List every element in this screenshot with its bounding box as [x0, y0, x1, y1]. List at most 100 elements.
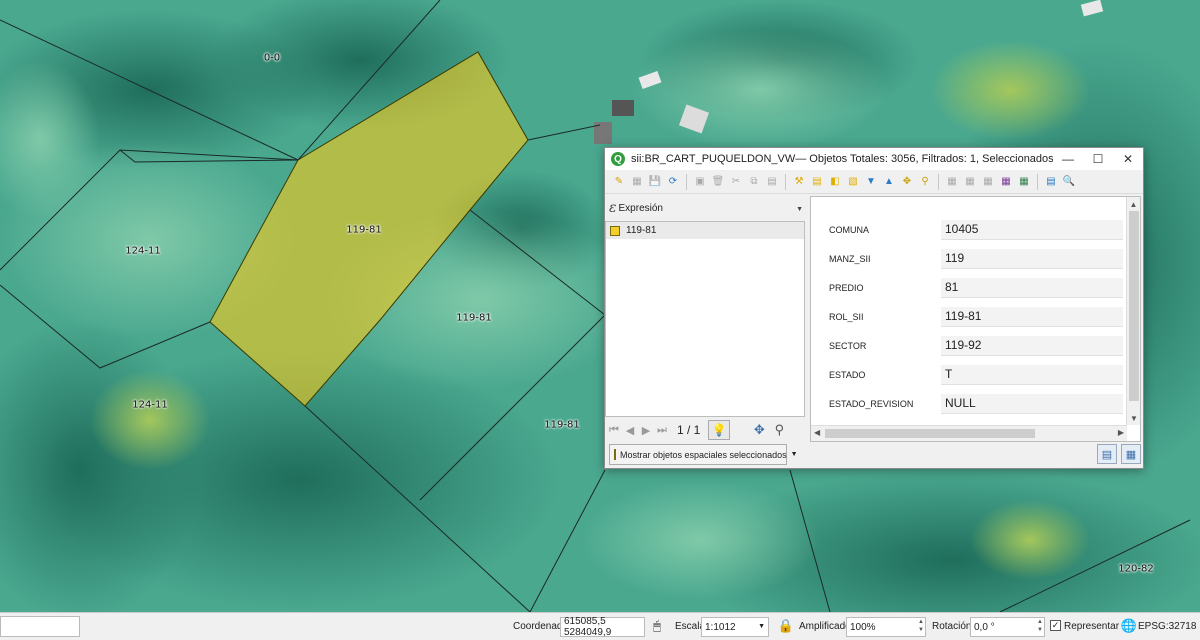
- attribute-value-field[interactable]: 10405: [941, 219, 1123, 240]
- crs-label[interactable]: EPSG:32718: [1138, 621, 1196, 632]
- locator-search-input[interactable]: [0, 616, 80, 637]
- new-field-icon[interactable]: ▦: [944, 174, 960, 190]
- magnifier-field[interactable]: 100% ▲ ▼: [846, 617, 926, 637]
- pan-to-selection-icon[interactable]: ✥: [899, 174, 915, 190]
- magnifier-value: 100%: [850, 621, 876, 633]
- scroll-right-icon[interactable]: ▶: [1118, 428, 1124, 437]
- scroll-left-icon[interactable]: ◀: [814, 428, 820, 437]
- actions-icon[interactable]: 🔍: [1061, 174, 1077, 190]
- attribute-name: ESTADO_REVISION: [829, 398, 914, 409]
- show-selected-label: Mostrar objetos espaciales seleccionados: [620, 449, 787, 460]
- minimize-button[interactable]: —: [1053, 148, 1083, 170]
- conditional-formatting-icon[interactable]: ▦: [998, 174, 1014, 190]
- copy-icon[interactable]: ⧉: [746, 174, 762, 190]
- feature-form-dialog[interactable]: Q sii:BR_CART_PUQUELDON_VW— Objetos Tota…: [604, 147, 1144, 469]
- first-feature-icon[interactable]: ⏮: [607, 423, 621, 437]
- delete-field-icon[interactable]: ▦: [962, 174, 978, 190]
- attribute-name: PREDIO: [829, 282, 864, 293]
- attribute-name: ROL_SII: [829, 311, 864, 322]
- save-icon[interactable]: 💾: [647, 174, 663, 190]
- globe-crs-icon[interactable]: 🌐: [1121, 618, 1137, 634]
- parcel-label: 0-0: [263, 52, 281, 64]
- dialog-title: sii:BR_CART_PUQUELDON_VW— Objetos Totale…: [631, 153, 1053, 165]
- attribute-value-field[interactable]: 81: [941, 277, 1123, 298]
- scale-value: 1:1012: [705, 621, 736, 633]
- multi-edit-icon[interactable]: ▦: [629, 174, 645, 190]
- previous-feature-icon[interactable]: ◀: [623, 423, 637, 437]
- zoom-to-feature-icon[interactable]: ⚲: [770, 421, 788, 439]
- attribute-row: SECTOR 119-92: [811, 331, 1127, 360]
- attribute-value-field[interactable]: T: [941, 364, 1123, 385]
- spin-arrows-icon[interactable]: ▲ ▼: [1037, 618, 1043, 634]
- dialog-titlebar[interactable]: Q sii:BR_CART_PUQUELDON_VW— Objetos Tota…: [605, 148, 1143, 170]
- show-selected-features-dropdown[interactable]: Mostrar objetos espaciales seleccionados…: [609, 444, 798, 465]
- last-feature-icon[interactable]: ⏭: [655, 423, 669, 437]
- move-selection-top-icon[interactable]: ▲: [881, 174, 897, 190]
- paste-icon[interactable]: ▤: [764, 174, 780, 190]
- expression-label: Expresión: [618, 202, 663, 214]
- parcel-label: 119-81: [346, 224, 382, 236]
- horizontal-scrollbar[interactable]: ◀ ▶: [811, 425, 1127, 441]
- select-all-icon[interactable]: ▤: [809, 174, 825, 190]
- expression-selector[interactable]: ε Expresión ▼: [605, 196, 805, 220]
- scale-field[interactable]: 1:1012 ▼: [701, 617, 769, 637]
- reload-icon[interactable]: ⟳: [665, 174, 681, 190]
- attribute-row: ESTADO_REVISION NULL: [811, 389, 1127, 418]
- filter-icon[interactable]: ▼: [863, 174, 879, 190]
- scroll-up-icon[interactable]: ▲: [1127, 197, 1140, 211]
- delete-feature-icon[interactable]: 🗑: [710, 174, 726, 190]
- deselect-icon[interactable]: ▧: [845, 174, 861, 190]
- attribute-value-field[interactable]: 119-92: [941, 335, 1123, 356]
- organize-columns-icon[interactable]: ▦: [980, 174, 996, 190]
- highlight-bulb-icon[interactable]: 💡: [708, 420, 731, 440]
- list-item[interactable]: 119-81: [606, 222, 804, 239]
- attribute-name: SECTOR: [829, 340, 867, 351]
- page-indicator: 1 / 1: [677, 423, 701, 437]
- scrollbar-thumb[interactable]: [1129, 211, 1139, 401]
- coordinate-field[interactable]: 615085,5 5284049,9: [560, 616, 645, 638]
- chevron-down-icon: ▼: [758, 623, 765, 630]
- attribute-rows: COMUNA 10405 MANZ_SII 119 PREDIO 81 ROL_SII 119…: [811, 215, 1127, 418]
- close-button[interactable]: ✕: [1113, 148, 1143, 170]
- maximize-button[interactable]: ☐: [1083, 148, 1113, 170]
- expression-icon: ε: [609, 200, 617, 216]
- scrollbar-thumb[interactable]: [825, 429, 1035, 438]
- zoom-to-selection-icon[interactable]: ⚲: [917, 174, 933, 190]
- parcel-label: 124-11: [132, 399, 168, 411]
- attribute-form: COMUNA 10405 MANZ_SII 119 PREDIO 81 ROL_SII 119…: [810, 196, 1141, 442]
- toolbar-separator: [785, 173, 786, 190]
- render-checkbox[interactable]: ✓: [1050, 620, 1061, 631]
- field-calculator-icon[interactable]: ▦: [1016, 174, 1032, 190]
- table-view-button[interactable]: ▦: [1121, 444, 1141, 464]
- parcel-label: 119-81: [456, 312, 492, 324]
- cut-icon[interactable]: ✂: [728, 174, 744, 190]
- mouse-extents-icon[interactable]: 🖱: [649, 618, 665, 634]
- form-view-button[interactable]: ▤: [1097, 444, 1117, 464]
- scroll-down-icon[interactable]: ▼: [1127, 411, 1141, 425]
- attribute-value-field[interactable]: 119-81: [941, 306, 1123, 327]
- toolbar-separator: [686, 173, 687, 190]
- invert-selection-icon[interactable]: ◧: [827, 174, 843, 190]
- rotation-value: 0,0 °: [974, 621, 995, 633]
- parcel-label: 124-11: [125, 245, 161, 257]
- attribute-value-field[interactable]: NULL: [941, 393, 1123, 414]
- attribute-row: ROL_SII 119-81: [811, 302, 1127, 331]
- chevron-down-icon: ▼: [790, 451, 798, 458]
- edit-pencil-icon[interactable]: ✎: [611, 174, 627, 190]
- rotation-field[interactable]: 0,0 ° ▲ ▼: [970, 617, 1045, 637]
- lock-icon[interactable]: 🔒: [778, 618, 794, 634]
- feature-swatch-icon: [610, 225, 620, 236]
- vertical-scrollbar[interactable]: ▲ ▼: [1126, 197, 1140, 425]
- attribute-value-field[interactable]: 119: [941, 248, 1123, 269]
- toolbar-separator: [1037, 173, 1038, 190]
- feature-list[interactable]: 119-81: [605, 221, 805, 417]
- attribute-row: ESTADO T: [811, 360, 1127, 389]
- dock-table-icon[interactable]: ▤: [1043, 174, 1059, 190]
- render-label: Representar: [1064, 621, 1120, 632]
- add-feature-icon[interactable]: ▣: [692, 174, 708, 190]
- next-feature-icon[interactable]: ▶: [639, 423, 653, 437]
- pan-to-feature-icon[interactable]: ✥: [750, 421, 768, 439]
- select-by-expression-icon[interactable]: ⚒: [791, 174, 807, 190]
- spin-arrows-icon[interactable]: ▲ ▼: [918, 618, 924, 634]
- qgis-logo-icon: Q: [611, 152, 625, 166]
